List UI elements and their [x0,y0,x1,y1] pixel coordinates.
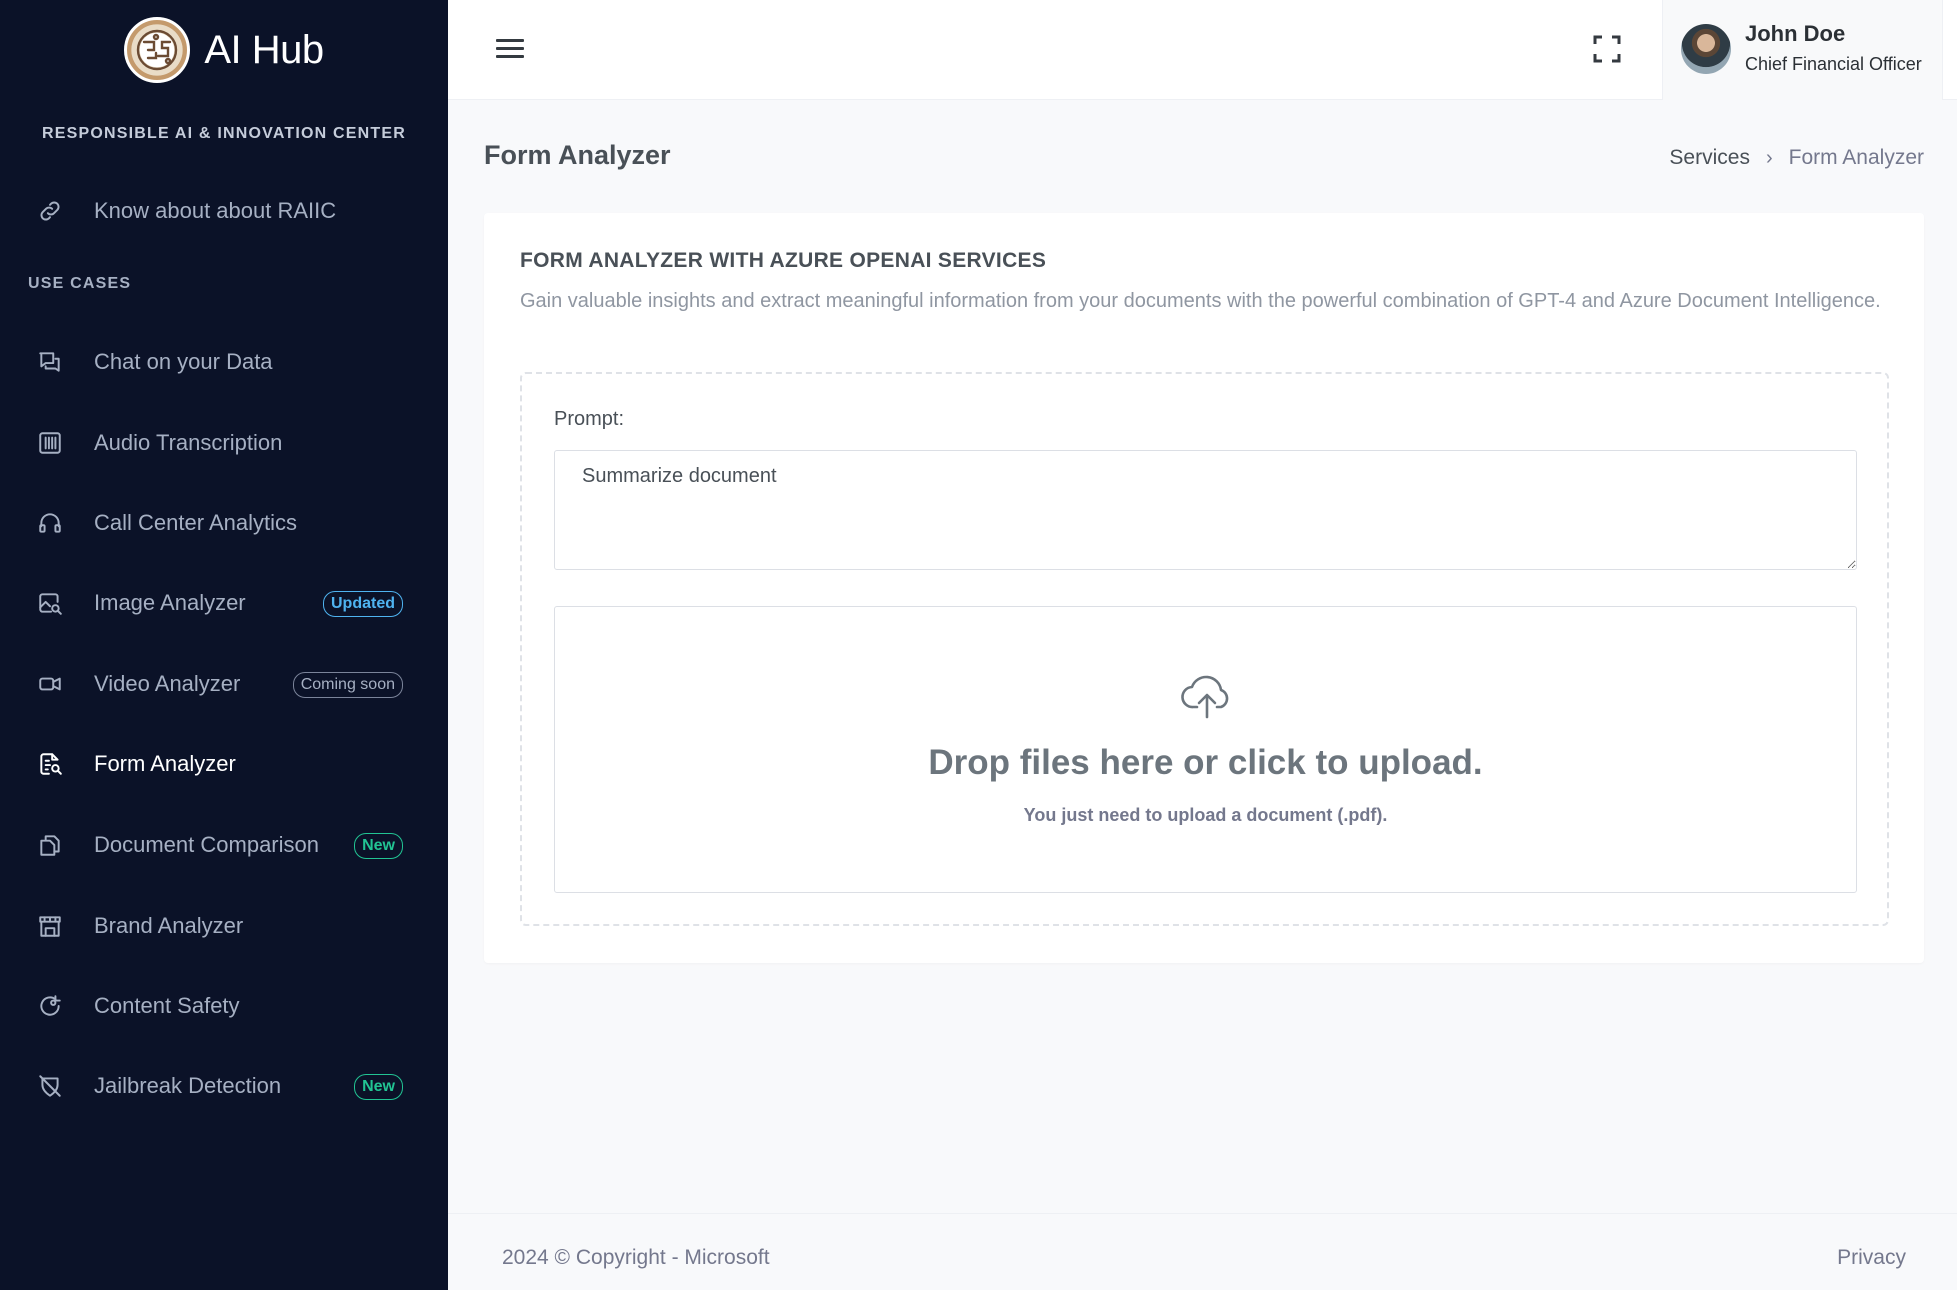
sidebar-item-document-comparison[interactable]: Document Comparison New [0,815,448,875]
sidebar-item-image-analyzer[interactable]: Image Analyzer Updated [0,573,448,633]
user-role: Chief Financial Officer [1745,54,1922,74]
footer: 2024 © Copyright - Microsoft Privacy [448,1213,1957,1290]
form-search-icon [36,750,64,778]
card-description: Gain valuable insights and extract meani… [520,290,1881,312]
sidebar-item-label: Call Center Analytics [94,510,297,535]
shield-refresh-icon [36,992,64,1020]
sidebar-item-label: Content Safety [94,993,240,1018]
sidebar-item-label: Image Analyzer [94,590,246,615]
breadcrumb-services-link[interactable]: Services [1669,146,1750,170]
copyright-text: 2024 © Copyright - Microsoft [502,1246,770,1269]
store-icon [36,912,64,940]
privacy-link[interactable]: Privacy [1837,1246,1906,1270]
topbar: John Doe Chief Financial Officer [448,0,1957,100]
link-icon [36,197,64,225]
waveform-icon [36,429,64,457]
badge-updated: Updated [323,591,403,617]
badge-new: New [354,833,403,859]
dropzone-title: Drop files here or click to upload. [928,743,1483,782]
sidebar-item-label: Form Analyzer [94,751,236,776]
file-dropzone[interactable]: Drop files here or click to upload. You … [554,606,1857,893]
sidebar-section-title: USE CASES [28,275,132,292]
prompt-input[interactable]: Summarize document [554,450,1857,570]
user-name: John Doe [1745,21,1846,46]
chevron-right-icon: › [1765,146,1773,169]
badge-coming-soon: Coming soon [292,672,403,698]
sidebar-item-label: Video Analyzer [94,671,241,696]
cloud-upload-icon [1180,669,1234,723]
sidebar-item-label: Know about about RAIIC [94,198,337,223]
user-menu[interactable]: John Doe Chief Financial Officer [1662,0,1943,100]
sidebar-item-content-safety[interactable]: Content Safety [0,976,448,1036]
sidebar-item-label: Audio Transcription [94,430,283,455]
form-analyzer-card: FORM ANALYZER WITH AZURE OPENAI SERVICES… [484,213,1924,963]
card-title: FORM ANALYZER WITH AZURE OPENAI SERVICES [520,249,1047,272]
dropzone-hint: You just need to upload a document (.pdf… [1023,805,1388,825]
sidebar-item-label: Brand Analyzer [94,913,244,938]
sidebar-item-about-raiic[interactable]: Know about about RAIIC [0,181,448,241]
page-title: Form Analyzer [484,140,671,170]
chat-icon [36,348,64,376]
sidebar-item-label: Document Comparison [94,832,319,857]
form-container: Prompt: Summarize document Drop files he… [520,372,1889,926]
sidebar-item-jailbreak-detection[interactable]: Jailbreak Detection New [0,1056,448,1116]
sidebar-item-brand-analyzer[interactable]: Brand Analyzer [0,896,448,956]
sidebar-item-label: Chat on your Data [94,349,273,374]
image-search-icon [36,589,64,617]
brand[interactable]: AI Hub [0,0,448,100]
hamburger-icon[interactable] [496,34,528,66]
sidebar: AI Hub RESPONSIBLE AI & INNOVATION CENTE… [0,0,448,1290]
sidebar-item-form-analyzer[interactable]: Form Analyzer [0,734,448,794]
brand-subtitle: RESPONSIBLE AI & INNOVATION CENTER [41,125,407,142]
sidebar-item-video-analyzer[interactable]: Video Analyzer Coming soon [0,654,448,714]
brand-name: AI Hub [204,27,324,72]
sidebar-item-call-center-analytics[interactable]: Call Center Analytics [0,493,448,553]
sidebar-item-audio-transcription[interactable]: Audio Transcription [0,413,448,473]
shield-off-icon [36,1072,64,1100]
avatar [1681,24,1731,74]
breadcrumb: Services › Form Analyzer [1669,146,1924,170]
headphones-icon [36,509,64,537]
video-icon [36,670,64,698]
prompt-label: Prompt: [554,408,625,430]
copy-icon [36,831,64,859]
badge-new: New [354,1074,403,1100]
fullscreen-icon[interactable] [1591,33,1623,65]
breadcrumb-current: Form Analyzer [1788,146,1924,169]
brand-logo-icon [124,17,191,83]
sidebar-item-chat-on-your-data[interactable]: Chat on your Data [0,332,448,392]
sidebar-item-label: Jailbreak Detection [94,1073,282,1098]
